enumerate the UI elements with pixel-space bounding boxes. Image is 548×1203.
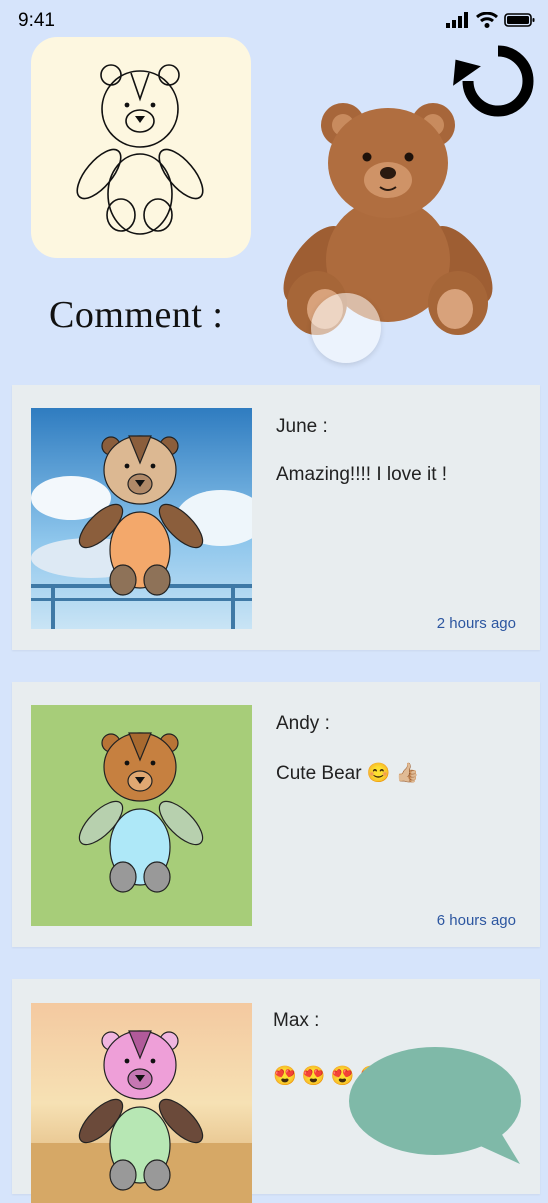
wifi-icon: [476, 12, 498, 28]
comment-timestamp: 2 hours ago: [436, 615, 516, 632]
comment-text: Amazing!!!! I love it !: [276, 464, 448, 485]
bear-template-card[interactable]: [31, 37, 251, 258]
teddy-bear-image: [283, 103, 493, 335]
comment-card[interactable]: June : Amazing!!!! I love it ! 2 hours a…: [12, 385, 540, 650]
sky-bear-drawing: [31, 408, 252, 629]
comment-author: Max :: [273, 1010, 320, 1031]
bear-drawing-image[interactable]: [31, 1003, 252, 1203]
comment-author: June :: [276, 416, 328, 437]
chat-bubble-icon[interactable]: [348, 1046, 524, 1166]
comment-text: Cute Bear 😊 👍🏼: [276, 763, 420, 784]
status-time: 9:41: [18, 10, 55, 31]
bear-drawing-image[interactable]: [31, 705, 252, 926]
bear-outline-drawing: [76, 64, 204, 235]
bear-drawing-image[interactable]: [31, 408, 252, 629]
touch-indicator: [311, 293, 381, 363]
comment-author: Andy :: [276, 713, 330, 734]
comment-card[interactable]: Andy : Cute Bear 😊 👍🏼 6 hours ago: [12, 682, 540, 947]
sunset-bear-drawing: [31, 1003, 252, 1203]
green-bear-drawing: [31, 705, 252, 926]
comment-timestamp: 6 hours ago: [436, 912, 516, 929]
battery-icon: [504, 13, 535, 27]
comment-heading: Comment :: [49, 294, 224, 336]
status-bar: 9:41: [0, 0, 548, 40]
status-icons: [446, 12, 536, 28]
signal-icon: [446, 12, 468, 28]
